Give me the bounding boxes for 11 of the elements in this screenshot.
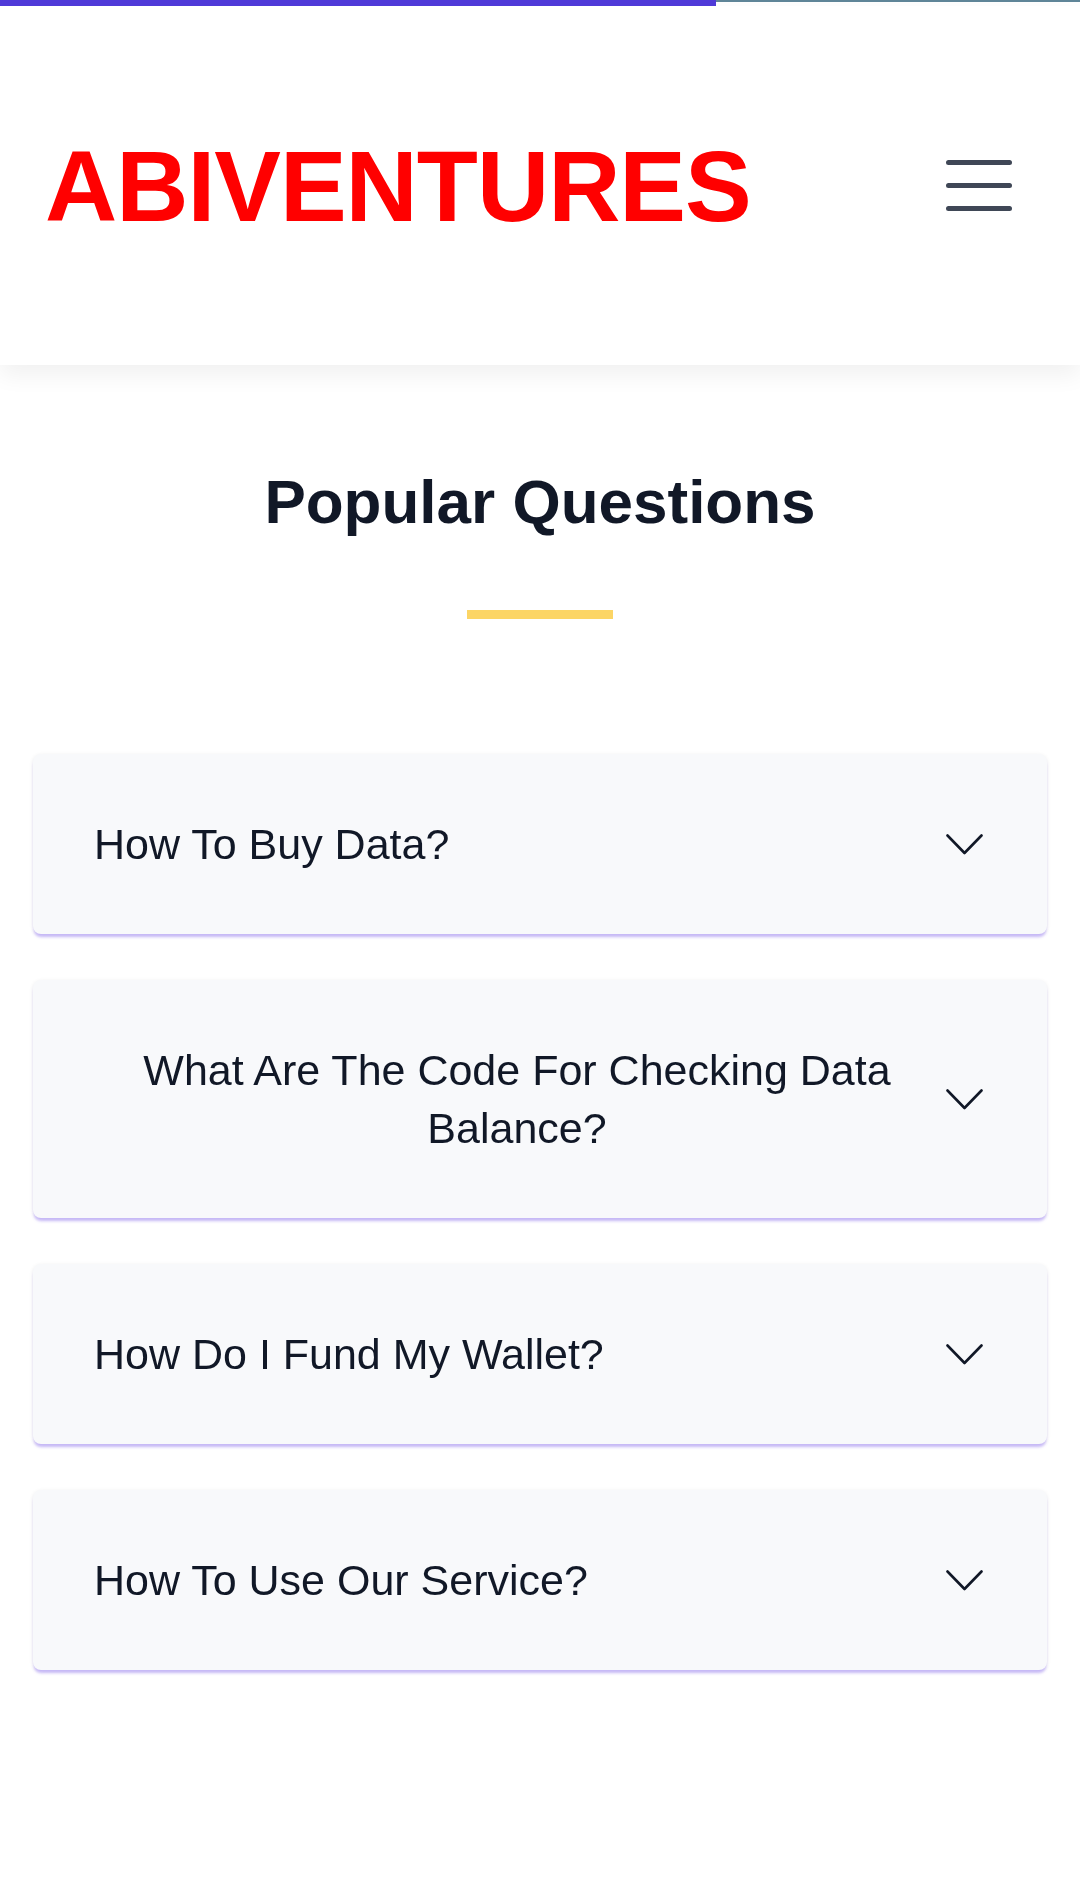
menu-icon[interactable] — [946, 160, 1012, 211]
chevron-down-icon — [946, 1088, 983, 1110]
faq-question[interactable]: How To Buy Data? — [33, 754, 1047, 934]
faq-question[interactable]: How To Use Our Service? — [33, 1490, 1047, 1670]
faq-question[interactable]: What Are The Code For Checking Data Balance? — [33, 980, 1047, 1218]
faq-question[interactable]: How Do I Fund My Wallet? — [33, 1264, 1047, 1444]
chevron-down-icon — [946, 1343, 983, 1365]
chevron-down-icon — [946, 1569, 983, 1591]
section-title: Popular Questions — [263, 466, 817, 538]
site-logo[interactable]: ABIVENTURES — [45, 135, 751, 236]
chevron-down-icon — [946, 833, 983, 855]
